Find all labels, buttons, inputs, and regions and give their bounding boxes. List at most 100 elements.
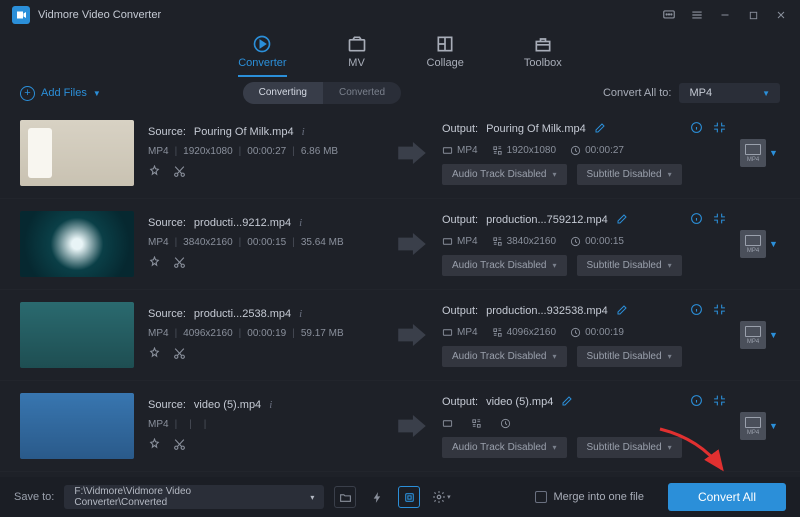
info-circle-icon[interactable] [690, 121, 703, 137]
subtitle-select[interactable]: Subtitle Disabled [577, 437, 682, 458]
titlebar: Vidmore Video Converter [0, 0, 800, 30]
arrow-icon [398, 233, 428, 255]
chevron-down-icon[interactable]: ▼ [769, 421, 778, 431]
chevron-down-icon: ▼ [93, 89, 101, 98]
tab-converter[interactable]: Converter [238, 34, 286, 77]
edit-icon[interactable] [594, 122, 606, 137]
output-filename: Pouring Of Milk.mp4 [486, 123, 586, 135]
audio-track-select[interactable]: Audio Track Disabled [442, 437, 567, 458]
info-icon[interactable]: i [302, 126, 305, 138]
audio-track-select[interactable]: Audio Track Disabled [442, 346, 567, 367]
cut-icon[interactable] [173, 256, 186, 272]
cut-icon[interactable] [173, 438, 186, 454]
source-prefix: Source: [148, 126, 186, 138]
merge-label: Merge into one file [553, 491, 644, 503]
chevron-down-icon[interactable]: ▼ [769, 148, 778, 158]
subtitle-select[interactable]: Subtitle Disabled [577, 164, 682, 185]
feedback-icon[interactable] [662, 8, 676, 22]
tab-label: Converter [238, 57, 286, 69]
info-icon[interactable]: i [299, 217, 302, 229]
bottombar: Save to: F:\Vidmore\Vidmore Video Conver… [0, 477, 800, 517]
app-title: Vidmore Video Converter [38, 9, 161, 21]
source-duration: 00:00:27 [247, 146, 286, 157]
info-icon[interactable]: i [299, 308, 302, 320]
source-filename: producti...9212.mp4 [194, 217, 291, 229]
open-folder-icon[interactable] [334, 486, 356, 508]
effects-icon[interactable] [148, 256, 161, 272]
output-resolution: 1920x1080 [507, 145, 557, 156]
seg-converted[interactable]: Converted [323, 82, 401, 104]
merge-checkbox[interactable]: Merge into one file [535, 491, 644, 503]
edit-icon[interactable] [616, 213, 628, 228]
compress-icon[interactable] [713, 212, 726, 228]
tab-mv[interactable]: MV [347, 34, 367, 75]
edit-icon[interactable] [561, 395, 573, 410]
plus-icon: + [20, 86, 35, 101]
gpu-accel-icon[interactable] [398, 486, 420, 508]
source-resolution: 4096x2160 [183, 328, 233, 339]
convert-all-to-select[interactable]: MP4 ▼ [679, 83, 780, 103]
thumbnail[interactable] [20, 302, 134, 368]
cut-icon[interactable] [173, 347, 186, 363]
output-format-button[interactable] [740, 412, 766, 440]
output-format-button[interactable] [740, 139, 766, 167]
output-format-button[interactable] [740, 321, 766, 349]
output-prefix: Output: [442, 305, 478, 317]
source-filename: producti...2538.mp4 [194, 308, 291, 320]
menu-icon[interactable] [690, 8, 704, 22]
compress-icon[interactable] [713, 121, 726, 137]
tab-toolbox[interactable]: Toolbox [524, 34, 562, 75]
thumbnail[interactable] [20, 211, 134, 277]
output-format: MP4 [457, 327, 478, 338]
source-format: MP4 [148, 146, 169, 157]
info-circle-icon[interactable] [690, 303, 703, 319]
file-list: Source: Pouring Of Milk.mp4 i MP4| 1920x… [0, 108, 800, 478]
output-format-button[interactable] [740, 230, 766, 258]
audio-track-select[interactable]: Audio Track Disabled [442, 164, 567, 185]
info-circle-icon[interactable] [690, 394, 703, 410]
maximize-icon[interactable] [746, 8, 760, 22]
compress-icon[interactable] [713, 394, 726, 410]
source-filename: Pouring Of Milk.mp4 [194, 126, 294, 138]
chevron-down-icon[interactable]: ▼ [769, 239, 778, 249]
output-duration: 00:00:27 [585, 145, 624, 156]
output-duration: 00:00:15 [585, 236, 624, 247]
cut-icon[interactable] [173, 165, 186, 181]
subtitle-select[interactable]: Subtitle Disabled [577, 346, 682, 367]
close-icon[interactable] [774, 8, 788, 22]
output-filename: video (5).mp4 [486, 396, 553, 408]
output-duration: 00:00:19 [585, 327, 624, 338]
tab-collage[interactable]: Collage [427, 34, 464, 75]
main-tabs: Converter MV Collage Toolbox [0, 30, 800, 78]
info-icon[interactable]: i [269, 399, 272, 411]
add-files-button[interactable]: + Add Files ▼ [20, 86, 101, 101]
output-prefix: Output: [442, 123, 478, 135]
thumbnail[interactable] [20, 120, 134, 186]
list-item: Source: producti...9212.mp4 i MP4| 3840x… [0, 199, 800, 290]
settings-icon[interactable]: ▾ [430, 486, 452, 508]
convert-all-button[interactable]: Convert All [668, 483, 786, 511]
list-item: Source: producti...2538.mp4 i MP4| 4096x… [0, 290, 800, 381]
arrow-icon [398, 415, 428, 437]
info-circle-icon[interactable] [690, 212, 703, 228]
output-resolution: 4096x2160 [507, 327, 557, 338]
audio-track-select[interactable]: Audio Track Disabled [442, 255, 567, 276]
effects-icon[interactable] [148, 347, 161, 363]
seg-converting[interactable]: Converting [243, 82, 323, 104]
output-resolution: 3840x2160 [507, 236, 557, 247]
effects-icon[interactable] [148, 165, 161, 181]
source-resolution: 1920x1080 [183, 146, 233, 157]
output-filename: production...932538.mp4 [486, 305, 608, 317]
minimize-icon[interactable] [718, 8, 732, 22]
edit-icon[interactable] [616, 304, 628, 319]
subtitle-select[interactable]: Subtitle Disabled [577, 255, 682, 276]
chevron-down-icon[interactable]: ▼ [769, 330, 778, 340]
thumbnail[interactable] [20, 393, 134, 459]
lightning-off-icon[interactable] [366, 486, 388, 508]
compress-icon[interactable] [713, 303, 726, 319]
source-duration: 00:00:15 [247, 237, 286, 248]
save-to-select[interactable]: F:\Vidmore\Vidmore Video Converter\Conve… [64, 485, 324, 509]
source-prefix: Source: [148, 399, 186, 411]
effects-icon[interactable] [148, 438, 161, 454]
output-prefix: Output: [442, 396, 478, 408]
